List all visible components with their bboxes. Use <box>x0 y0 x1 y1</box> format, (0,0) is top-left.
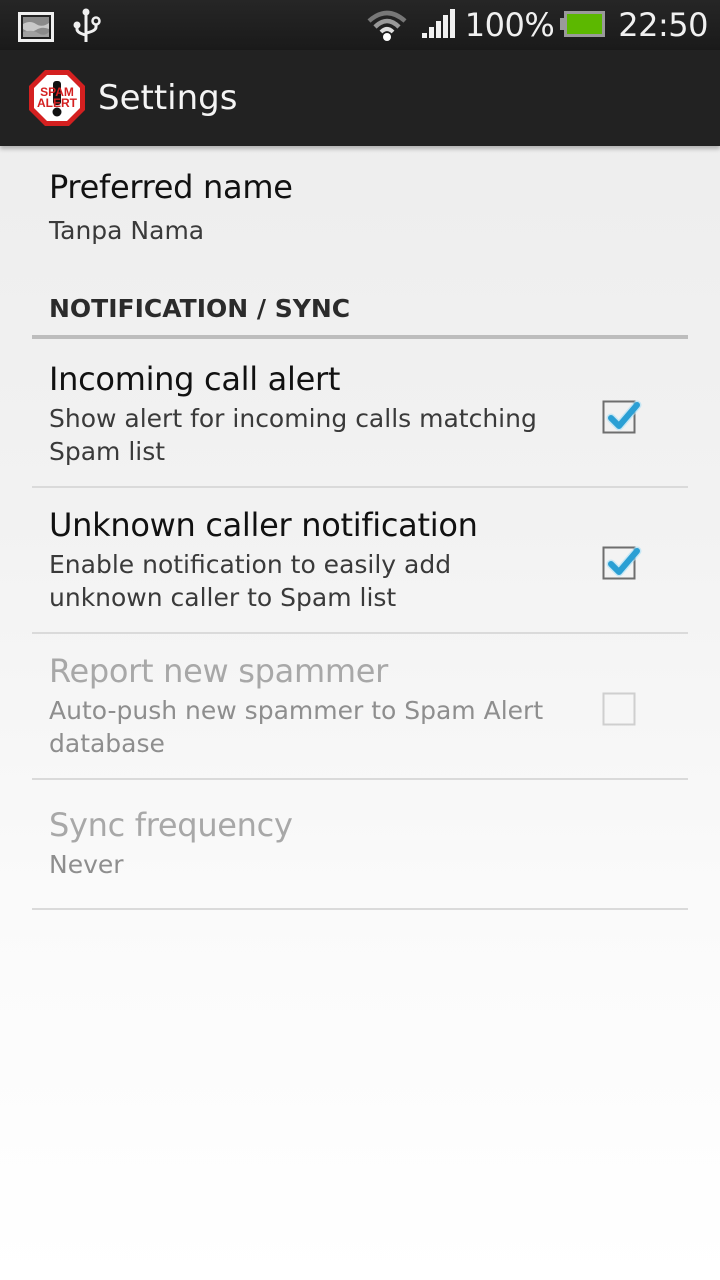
divider <box>32 908 688 910</box>
pref-summary: Tanpa Nama <box>49 216 205 245</box>
pref-incoming-call-alert[interactable]: Incoming call alert Show alert for incom… <box>32 360 688 486</box>
action-bar: SPAM ALERT Settings <box>0 50 720 146</box>
pref-summary: Show alert for incoming calls matching S… <box>49 404 537 466</box>
pref-title: Preferred name <box>49 168 293 206</box>
pref-summary: Never <box>49 850 124 879</box>
spam-alert-logo-icon[interactable]: SPAM ALERT <box>28 69 86 127</box>
usb-icon <box>72 8 102 51</box>
page-title: Settings <box>98 78 238 118</box>
pref-preferred-name[interactable]: Preferred name Tanpa Nama <box>32 168 688 278</box>
divider <box>32 632 688 634</box>
unknown-caller-notification-checkbox[interactable] <box>602 542 642 580</box>
signal-icon <box>421 8 455 44</box>
category-divider <box>32 335 688 339</box>
pref-title: Report new spammer <box>49 652 388 690</box>
pref-report-new-spammer[interactable]: Report new spammer Auto-push new spammer… <box>32 652 688 778</box>
pref-title: Sync frequency <box>49 806 293 844</box>
status-bar: 100% 22:50 <box>0 0 720 50</box>
battery-percent: 100% <box>464 6 555 44</box>
divider <box>32 486 688 488</box>
image-notification-icon <box>18 12 54 47</box>
divider <box>32 778 688 780</box>
pref-summary: Auto-push new spammer to Spam Alert data… <box>49 696 544 758</box>
battery-icon <box>560 10 606 43</box>
logo-text-alert: ALERT <box>37 96 78 110</box>
category-header: NOTIFICATION / SYNC <box>49 294 351 323</box>
wifi-icon <box>367 9 407 46</box>
pref-title: Incoming call alert <box>49 360 341 398</box>
clock: 22:50 <box>618 6 708 44</box>
pref-unknown-caller-notification[interactable]: Unknown caller notification Enable notif… <box>32 506 688 632</box>
pref-summary: Enable notification to easily add unknow… <box>49 550 452 612</box>
status-bar-right: 100% 22:50 <box>367 0 708 50</box>
report-new-spammer-checkbox[interactable] <box>602 688 638 726</box>
pref-title: Unknown caller notification <box>49 506 478 544</box>
status-bar-left <box>18 8 102 51</box>
incoming-call-alert-checkbox[interactable] <box>602 396 642 434</box>
pref-sync-frequency[interactable]: Sync frequency Never <box>32 806 688 906</box>
